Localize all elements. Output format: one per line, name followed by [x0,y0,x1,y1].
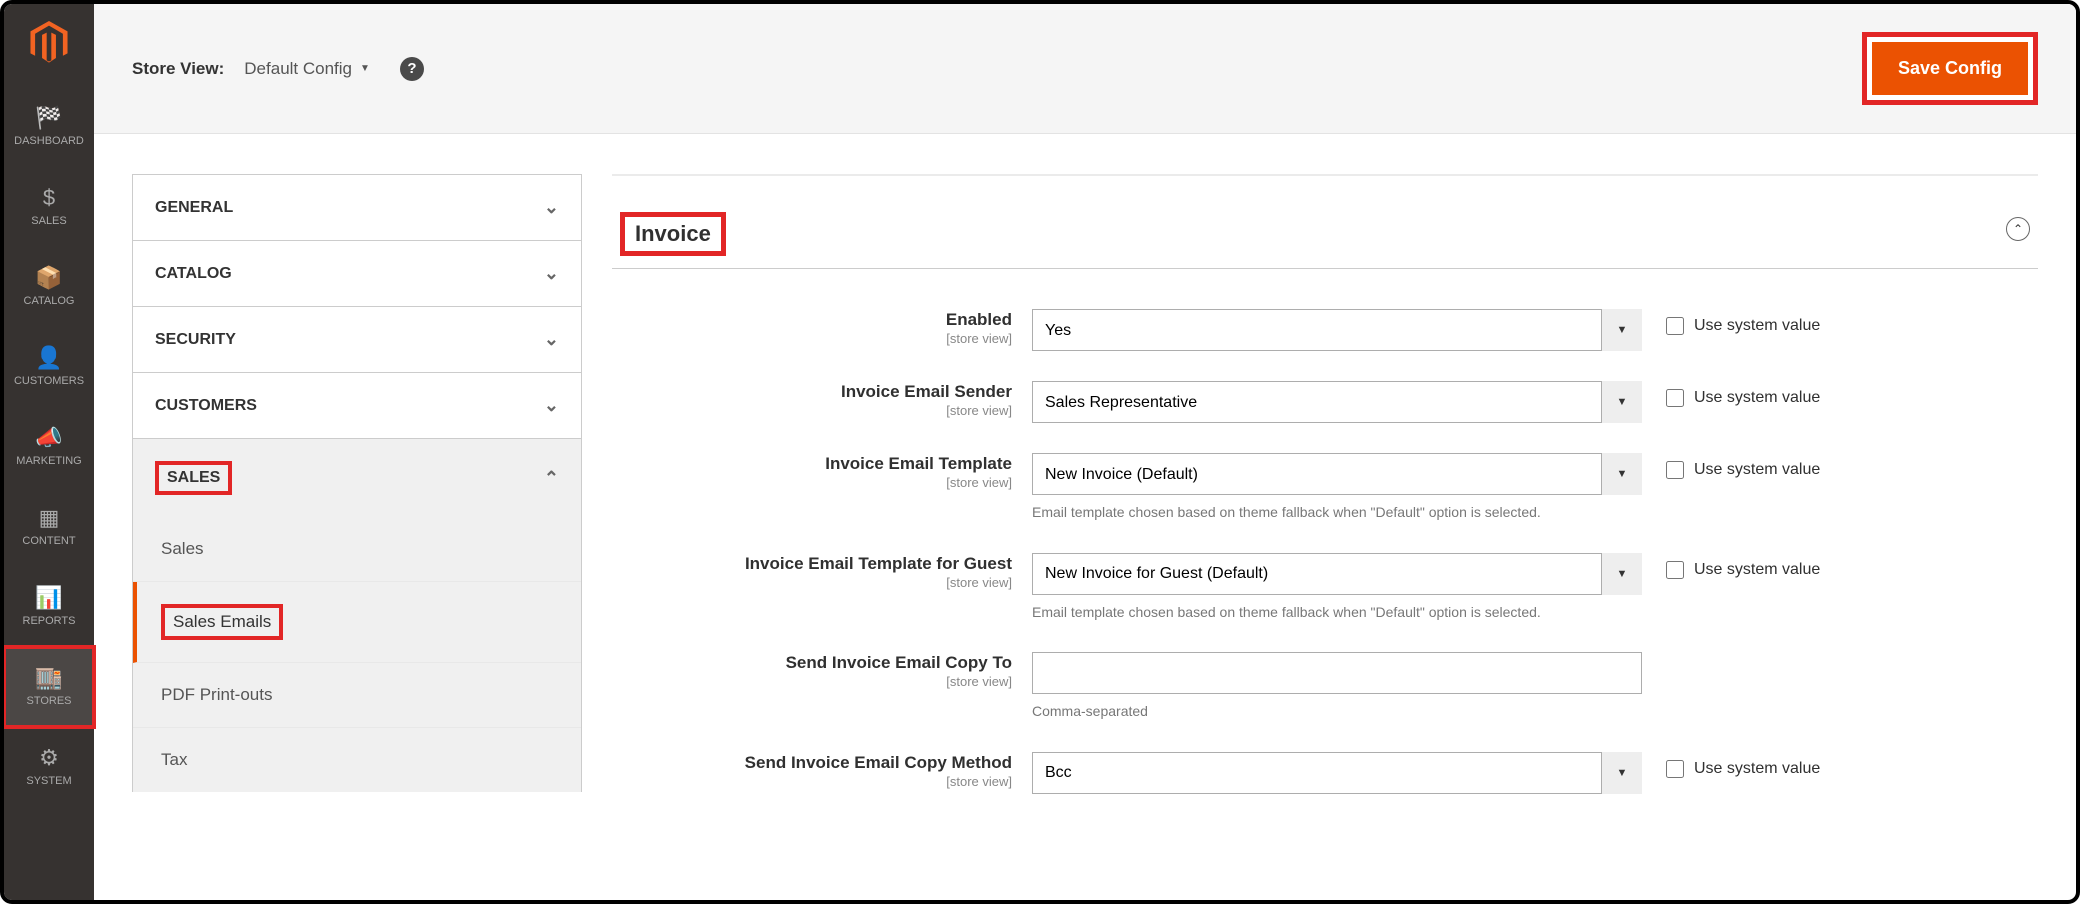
field-enabled-label: Enabled[store view] [612,309,1032,348]
field-template-label: Invoice Email Template[store view] [612,453,1032,492]
checkbox[interactable] [1666,461,1684,479]
tab-catalog[interactable]: CATALOG [132,240,582,306]
bars-icon: 📊 [35,587,62,609]
tab-sales-subitems: Sales Sales Emails PDF Print-outs Tax [132,517,582,792]
store-view-switcher: Store View: Default Config ? [132,57,424,81]
field-enabled-select[interactable]: Yes [1032,309,1642,351]
field-template-system[interactable]: Use system value [1666,453,1820,479]
field-template-guest: Invoice Email Template for Guest[store v… [612,553,2038,623]
nav-stores[interactable]: 🏬STORES [4,647,94,727]
field-enabled-system[interactable]: Use system value [1666,309,1820,335]
magento-logo [25,19,73,67]
field-sender: Invoice Email Sender[store view] Sales R… [612,381,2038,423]
field-copy-method-select[interactable]: Bcc [1032,752,1642,794]
field-template-select[interactable]: New Invoice (Default) [1032,453,1642,495]
section-top-divider [612,174,2038,176]
tab-security[interactable]: SECURITY [132,306,582,372]
tab-customers[interactable]: CUSTOMERS [132,372,582,438]
chevron-down-icon [544,263,559,284]
field-enabled: Enabled[store view] Yes Use system value [612,309,2038,351]
chevron-down-icon [544,395,559,416]
section-header[interactable]: Invoice ⌃ [612,190,2038,269]
field-sender-system[interactable]: Use system value [1666,381,1820,407]
collapse-icon[interactable]: ⌃ [2006,217,2030,241]
help-icon[interactable]: ? [400,57,424,81]
store-view-label: Store View: [132,59,224,79]
subtab-tax[interactable]: Tax [133,728,581,792]
field-copy-method-system[interactable]: Use system value [1666,752,1820,778]
store-view-selector[interactable]: Default Config [244,59,370,79]
nav-catalog[interactable]: 📦CATALOG [4,247,94,327]
tab-sales[interactable]: SALES [132,438,582,517]
field-copy-to: Send Invoice Email Copy To[store view] C… [612,652,2038,722]
field-copy-to-note: Comma-separated [1032,702,1642,722]
field-template: Invoice Email Template[store view] New I… [612,453,2038,523]
field-template-guest-system[interactable]: Use system value [1666,553,1820,579]
gauge-icon: 🏁 [35,107,62,129]
section-title: Invoice [635,221,711,246]
subtab-pdf[interactable]: PDF Print-outs [133,663,581,728]
subtab-sales-emails[interactable]: Sales Emails [133,582,581,663]
nav-sales[interactable]: $SALES [4,167,94,247]
checkbox[interactable] [1666,561,1684,579]
person-icon: 👤 [35,347,62,369]
save-config-button[interactable]: Save Config [1872,42,2028,95]
checkbox[interactable] [1666,317,1684,335]
page-header: Store View: Default Config ? Save Config [94,4,2076,134]
chevron-up-icon [544,468,559,489]
nav-system[interactable]: ⚙SYSTEM [4,727,94,807]
field-template-note: Email template chosen based on theme fal… [1032,503,1642,523]
config-tabs: GENERAL CATALOG SECURITY CUSTOMERS SALES… [132,174,582,900]
nav-customers[interactable]: 👤CUSTOMERS [4,327,94,407]
field-copy-method: Send Invoice Email Copy Method[store vie… [612,752,2038,794]
gear-icon: ⚙ [39,747,59,769]
tab-sales-highlight: SALES [155,461,232,495]
field-copy-to-input[interactable] [1032,652,1642,694]
field-template-guest-label: Invoice Email Template for Guest[store v… [612,553,1032,592]
field-copy-method-label: Send Invoice Email Copy Method[store vie… [612,752,1032,791]
field-sender-select[interactable]: Sales Representative [1032,381,1642,423]
nav-content[interactable]: ▦CONTENT [4,487,94,567]
checkbox[interactable] [1666,760,1684,778]
chevron-down-icon [544,329,559,350]
chevron-down-icon [544,197,559,218]
nav-marketing[interactable]: 📣MARKETING [4,407,94,487]
layout-icon: ▦ [39,507,60,529]
field-template-guest-note: Email template chosen based on theme fal… [1032,603,1642,623]
box-icon: 📦 [35,267,62,289]
save-config-highlight: Save Config [1862,32,2038,105]
nav-dashboard[interactable]: 🏁DASHBOARD [4,87,94,167]
field-template-guest-select[interactable]: New Invoice for Guest (Default) [1032,553,1642,595]
admin-sidebar: 🏁DASHBOARD $SALES 📦CATALOG 👤CUSTOMERS 📣M… [4,4,94,900]
field-sender-label: Invoice Email Sender[store view] [612,381,1032,420]
field-copy-to-label: Send Invoice Email Copy To[store view] [612,652,1032,691]
nav-reports[interactable]: 📊REPORTS [4,567,94,647]
config-section: Invoice ⌃ Enabled[store view] Yes Use sy… [612,174,2038,900]
subtab-sales-emails-highlight: Sales Emails [161,604,283,640]
store-icon: 🏬 [35,667,62,689]
checkbox[interactable] [1666,389,1684,407]
tab-general[interactable]: GENERAL [132,174,582,240]
section-title-highlight: Invoice [620,212,726,256]
subtab-sales[interactable]: Sales [133,517,581,582]
dollar-icon: $ [43,187,55,209]
megaphone-icon: 📣 [35,427,62,449]
